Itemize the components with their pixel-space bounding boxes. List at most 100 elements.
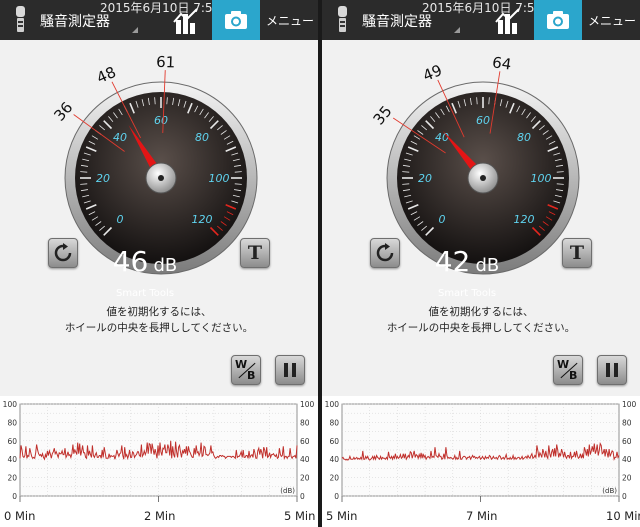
graph-unit: (dB) [602, 487, 617, 495]
reset-icon [54, 243, 72, 262]
y-tick-left: 20 [329, 474, 339, 483]
wb-letter-b: B [247, 369, 256, 382]
y-tick-left: 60 [7, 437, 17, 446]
y-tick-left: 100 [325, 400, 340, 409]
y-tick-left: 40 [7, 455, 17, 464]
wb-letter-b: B [569, 369, 578, 382]
scale-tick [154, 97, 156, 105]
wb-letter-w: W [557, 358, 570, 371]
scale-label: 120 [192, 213, 213, 226]
y-tick-left: 20 [7, 474, 17, 483]
x-axis-label: 0 Min [4, 509, 35, 523]
mark-label: 35 [370, 102, 396, 128]
reset-button[interactable] [370, 238, 400, 268]
y-tick-right: 20 [300, 474, 310, 483]
y-tick-right: 0 [300, 492, 305, 501]
dropdown-corner-icon [454, 27, 460, 33]
history-graph: 100 100 80 80 60 60 40 40 20 20 0 0 (dB) 0 Min 2 Min 5 … [0, 396, 318, 527]
scale-label: 80 [517, 131, 531, 144]
y-tick-left: 0 [12, 492, 17, 501]
pause-button[interactable] [275, 355, 305, 385]
gauge-hub-dot [158, 175, 164, 181]
scale-tick [80, 171, 88, 173]
reset-button[interactable] [48, 238, 78, 268]
scale-label: 60 [476, 114, 490, 127]
mark-label: 49 [420, 61, 444, 85]
mark-label: 36 [50, 98, 76, 124]
scale-tick [402, 183, 410, 185]
scale-label: 40 [435, 131, 449, 144]
menu-button[interactable]: メニュー [266, 12, 314, 29]
scale-tick [234, 183, 242, 185]
db-value: 42 [434, 245, 471, 278]
scale-label: 120 [514, 213, 535, 226]
reset-hint: 値を初期化するには、 ホイールの中央を長押ししてください。 [322, 304, 640, 336]
weighting-button[interactable]: W B [231, 355, 261, 385]
scale-label: 0 [438, 213, 445, 226]
hint-line-1: 値を初期化するには、 [106, 306, 212, 318]
top-bar: 騒音測定器 2015年6月10日 7:57 メニュー [322, 0, 640, 40]
pause-icon [606, 363, 618, 377]
mic-icon[interactable] [326, 3, 360, 37]
scale-tick [166, 97, 168, 105]
scale-tick [80, 183, 88, 185]
gauge-hub-dot [480, 175, 486, 181]
menu-button[interactable]: メニュー [588, 12, 636, 29]
y-tick-left: 60 [329, 437, 339, 446]
x-axis-label: 5 Min [284, 509, 315, 523]
x-axis-label: 10 Min [606, 509, 640, 523]
hint-line-1: 値を初期化するには、 [428, 306, 534, 318]
brand-label: Smart Tools [115, 288, 175, 299]
scale-label: 0 [116, 213, 123, 226]
y-tick-right: 0 [622, 492, 627, 501]
top-bar: 騒音測定器 2015年6月10日 7:52 メニュー [0, 0, 318, 40]
scale-tick [476, 97, 478, 105]
camera-icon [547, 11, 569, 29]
reset-icon [376, 243, 394, 262]
y-tick-left: 40 [329, 455, 339, 464]
y-tick-right: 80 [622, 418, 632, 427]
text-toggle-button[interactable]: T [240, 238, 270, 268]
history-graph: 100 100 80 80 60 60 40 40 20 20 0 0 (dB) 5 Min 7 Min 10… [322, 396, 640, 527]
meter-panel-2: 騒音測定器 2015年6月10日 7:57 メニュー 0 20 40 60 80 100 1… [322, 0, 640, 527]
y-tick-left: 80 [329, 418, 339, 427]
dropdown-corner-icon [132, 27, 138, 33]
graph-unit: (dB) [280, 487, 295, 495]
mic-icon[interactable] [4, 3, 38, 37]
hint-line-2: ホイールの中央を長押ししてください。 [64, 322, 254, 334]
scale-tick [488, 97, 490, 105]
camera-button[interactable] [534, 0, 582, 40]
scale-label: 100 [209, 172, 230, 185]
camera-button[interactable] [212, 0, 260, 40]
scale-tick [402, 171, 410, 173]
x-axis-label: 7 Min [466, 509, 497, 523]
chart-icon[interactable] [492, 6, 526, 36]
y-tick-left: 0 [334, 492, 339, 501]
scale-label: 20 [418, 172, 432, 185]
text-toggle-button[interactable]: T [562, 238, 592, 268]
y-tick-right: 100 [300, 400, 315, 409]
mark-label: 64 [491, 53, 512, 74]
chart-icon[interactable] [170, 6, 204, 36]
scale-label: 20 [96, 172, 110, 185]
meter-panel-1: 騒音測定器 2015年6月10日 7:52 メニュー 0 20 40 60 80 100 1… [0, 0, 318, 527]
y-tick-right: 40 [300, 455, 310, 464]
pause-button[interactable] [597, 355, 627, 385]
scale-tick [234, 171, 242, 173]
scale-tick [556, 183, 564, 185]
wb-letter-w: W [235, 358, 248, 371]
y-tick-right: 60 [300, 437, 310, 446]
scale-label: 60 [154, 114, 168, 127]
brand-label: Smart Tools [437, 288, 497, 299]
x-axis-label: 2 Min [144, 509, 175, 523]
y-tick-right: 100 [622, 400, 637, 409]
scale-label: 40 [113, 131, 127, 144]
y-tick-right: 40 [622, 455, 632, 464]
mark-label: 48 [94, 63, 119, 87]
y-tick-right: 80 [300, 418, 310, 427]
mark-label: 61 [156, 53, 176, 72]
pause-icon [284, 363, 296, 377]
scale-label: 100 [531, 172, 552, 185]
weighting-button[interactable]: W B [553, 355, 583, 385]
y-tick-right: 60 [622, 437, 632, 446]
